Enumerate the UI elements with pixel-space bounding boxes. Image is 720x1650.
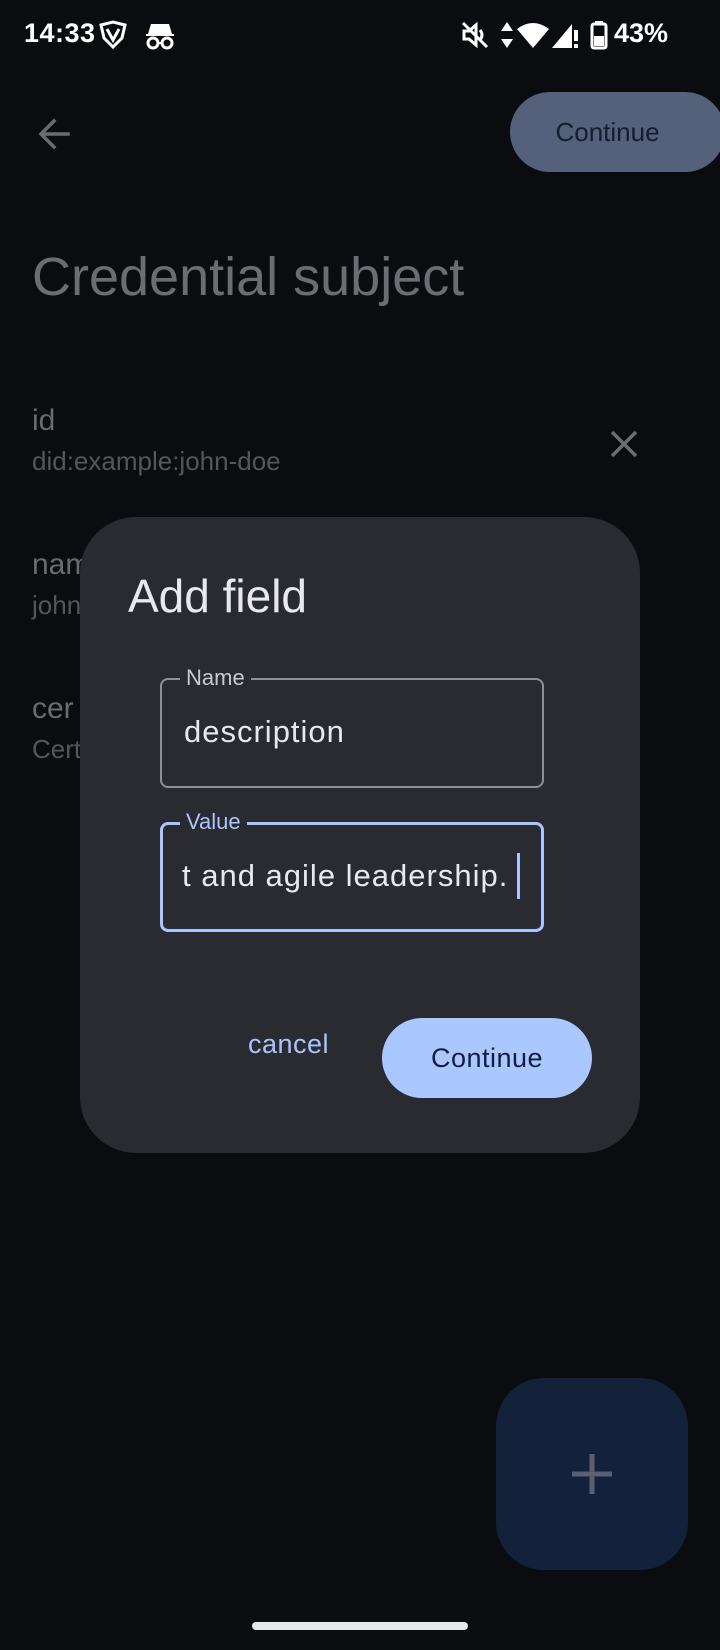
text-caret — [517, 853, 520, 899]
name-field[interactable]: Name description — [160, 666, 544, 788]
cancel-button[interactable]: cancel — [248, 1029, 329, 1060]
name-field-label: Name — [180, 666, 251, 690]
page-title: Credential subject — [32, 247, 465, 307]
field-row: id did:example:john-doe — [32, 404, 682, 477]
remove-field-button[interactable] — [604, 424, 644, 464]
header-continue-button[interactable]: Continue — [510, 92, 720, 172]
add-field-dialog: Add field Name description Value t and a… — [80, 517, 640, 1153]
close-icon — [610, 430, 638, 458]
add-field-fab[interactable] — [496, 1378, 688, 1570]
screen: 14:33 43% Continue Credential subject id… — [0, 0, 720, 1650]
dialog-title: Add field — [128, 570, 308, 622]
field-name: id — [32, 404, 56, 437]
name-field-value[interactable]: description — [184, 714, 345, 750]
plus-icon — [572, 1454, 612, 1494]
continue-button[interactable]: Continue — [382, 1018, 592, 1098]
field-value: did:example:john-doe — [32, 446, 281, 476]
value-field[interactable]: Value t and agile leadership. — [160, 810, 544, 932]
home-indicator[interactable] — [252, 1622, 468, 1630]
back-button[interactable] — [30, 108, 82, 160]
value-field-label: Value — [180, 810, 247, 834]
arrow-back-icon — [38, 118, 70, 150]
value-field-value[interactable]: t and agile leadership. — [182, 858, 508, 894]
